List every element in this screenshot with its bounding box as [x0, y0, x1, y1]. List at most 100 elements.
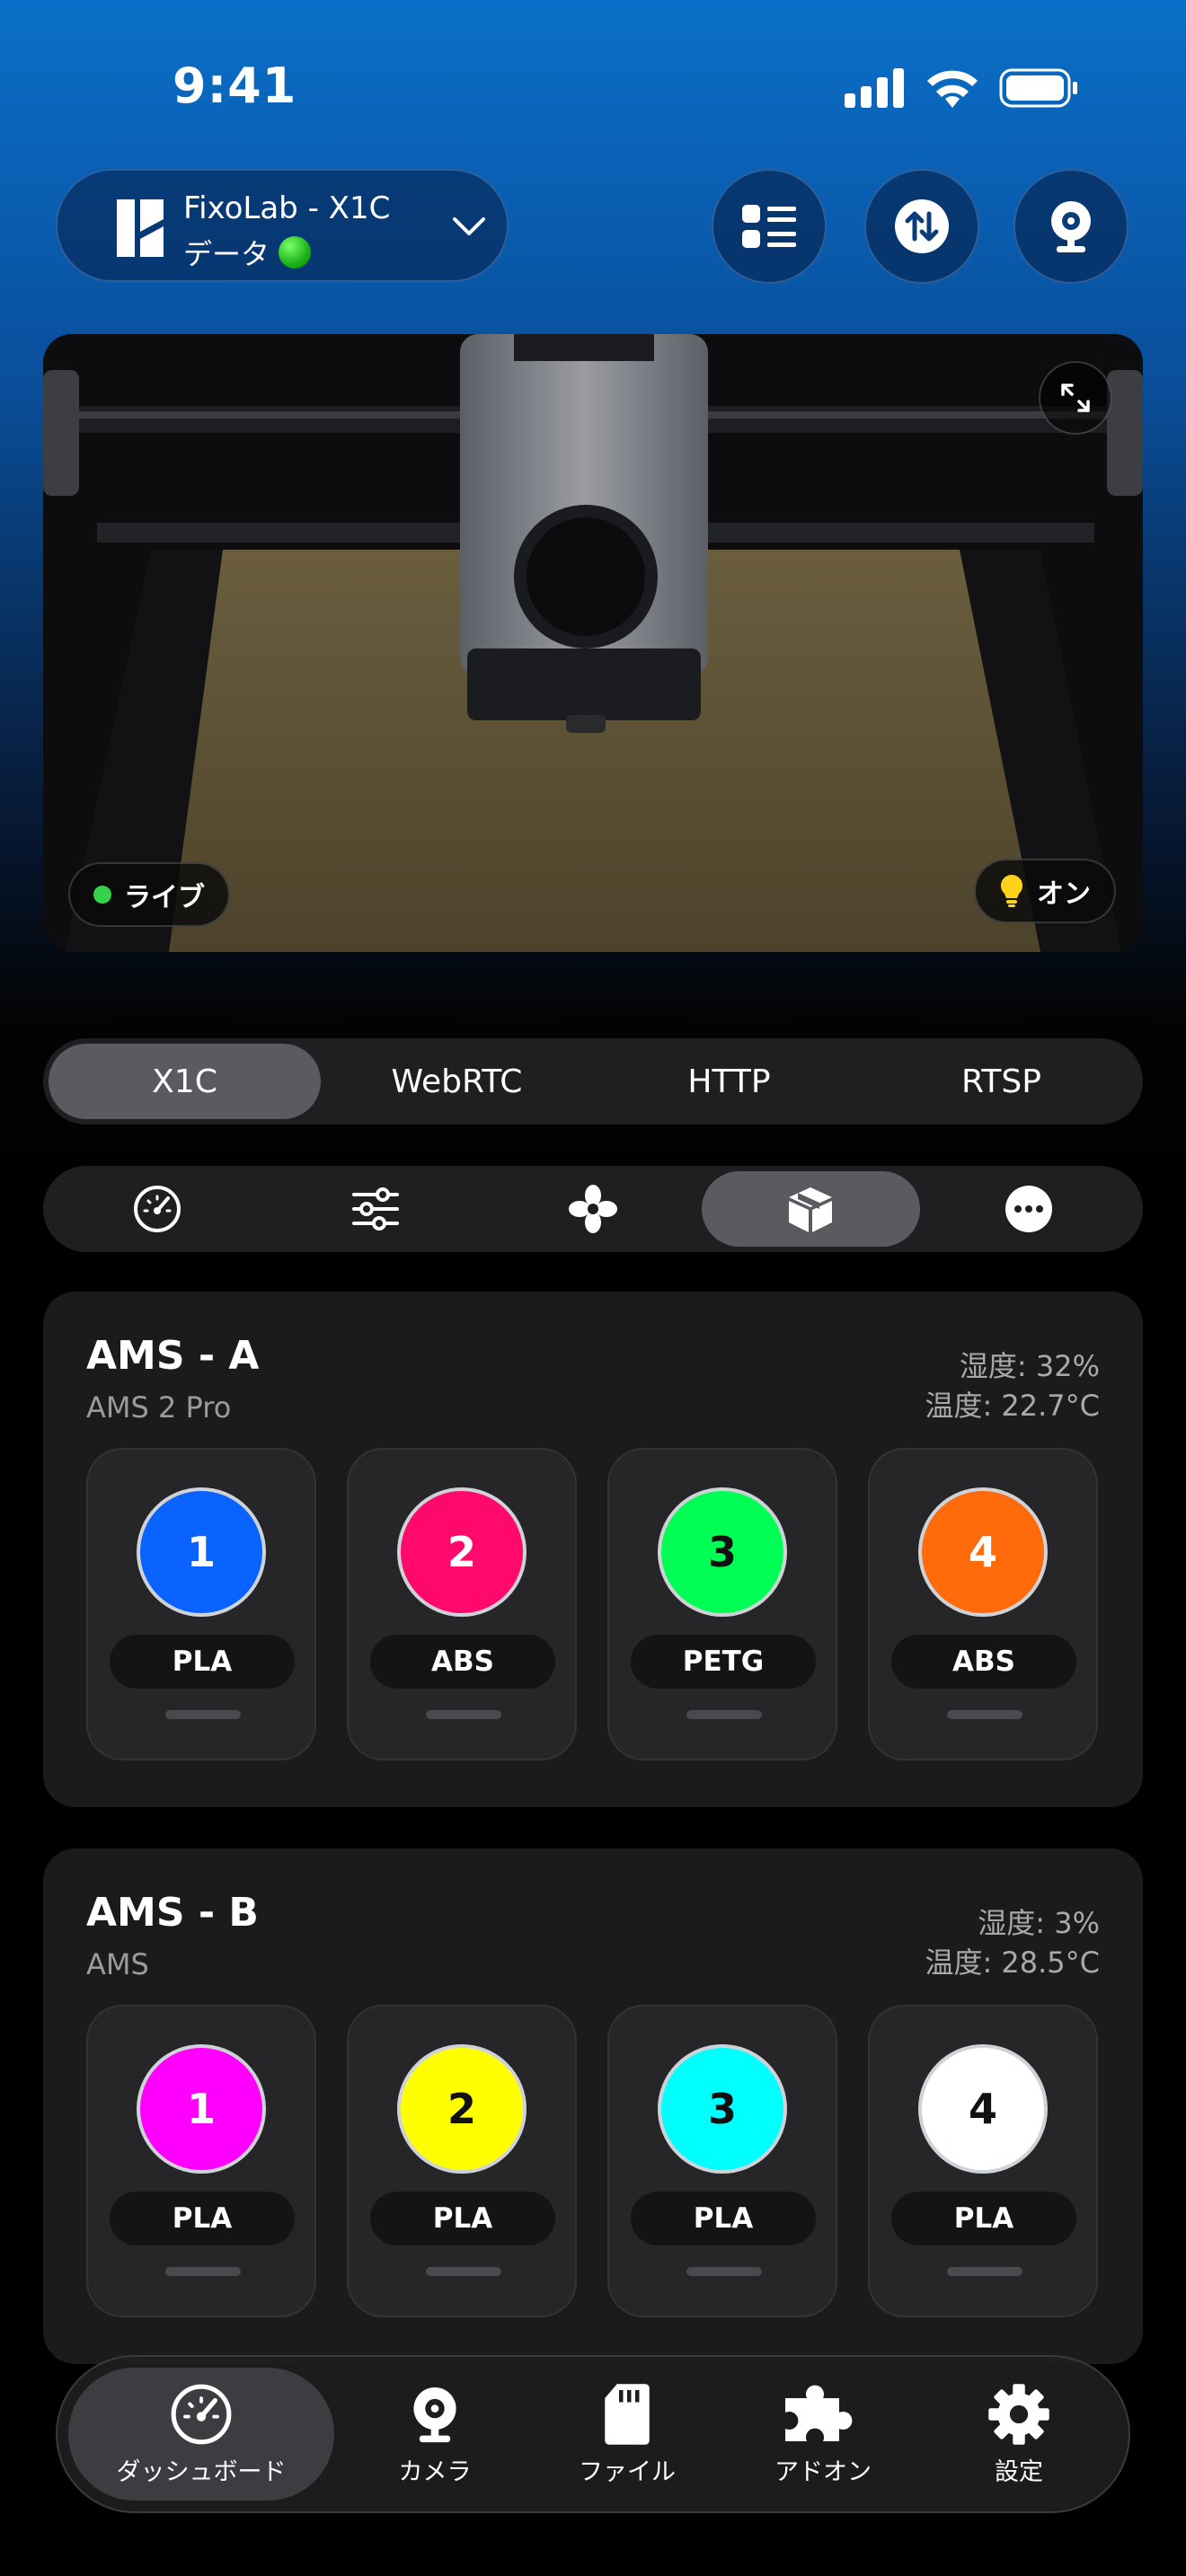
printer-status: データ: [183, 232, 312, 273]
live-dot-icon: [93, 886, 111, 904]
more-icon: [1005, 1186, 1052, 1232]
filament-color: 1: [137, 1487, 266, 1617]
lightbulb-icon: [1000, 874, 1023, 907]
tab-rtsp[interactable]: RTSP: [865, 1044, 1137, 1119]
filament-color: 1: [137, 2044, 266, 2174]
tool-tab-settings[interactable]: [266, 1171, 483, 1247]
tab-camera[interactable]: カメラ: [345, 2368, 525, 2501]
printer-name: FixoLab - X1C: [183, 190, 391, 226]
ams-temperature: 温度: 22.7°C: [925, 1389, 1100, 1423]
stream-tabs: X1C WebRTC HTTP RTSP: [43, 1038, 1143, 1125]
ams-model: AMS 2 Pro: [86, 1390, 232, 1425]
slot-indicator: [165, 1710, 241, 1719]
transfer-icon: [895, 199, 949, 253]
fan-icon: [569, 1185, 618, 1233]
slot-indicator: [426, 2267, 501, 2276]
printer-camera-image: [43, 334, 1143, 952]
printer-logo-icon: [117, 199, 164, 257]
filament-color: 4: [918, 2044, 1048, 2174]
tab-x1c[interactable]: X1C: [49, 1044, 321, 1119]
printer-selector[interactable]: FixoLab - X1C データ: [56, 169, 509, 282]
ams-slot[interactable]: 1 PLA: [86, 2005, 316, 2317]
ams-slot[interactable]: 2 PLA: [347, 2005, 577, 2317]
tab-http[interactable]: HTTP: [593, 1044, 865, 1119]
light-label: オン: [1037, 878, 1091, 910]
expand-icon: [1061, 384, 1090, 412]
signal-icon: [845, 68, 904, 108]
filament-type: PLA: [110, 1635, 295, 1689]
tab-webrtc[interactable]: WebRTC: [321, 1044, 593, 1119]
light-toggle[interactable]: オン: [974, 859, 1116, 923]
ams-slot[interactable]: 3 PLA: [607, 2005, 837, 2317]
tool-tab-more[interactable]: [920, 1171, 1137, 1247]
tab-label: カメラ: [398, 2457, 472, 2486]
gear-icon: [988, 2383, 1049, 2445]
tab-label: ファイル: [579, 2457, 676, 2486]
filament-color: 3: [658, 1487, 787, 1617]
ams-title: AMS - B: [86, 1890, 259, 1936]
camera-button[interactable]: [1013, 169, 1128, 284]
filament-color: 2: [397, 1487, 527, 1617]
list-icon: [742, 205, 796, 248]
printer-status-label: データ: [183, 237, 270, 271]
ams-temperature: 温度: 28.5°C: [925, 1945, 1100, 1980]
filament-type: ABS: [370, 1635, 555, 1689]
box-icon: [789, 1187, 833, 1232]
status-dot-icon: [279, 236, 312, 269]
gauge-icon: [134, 1186, 181, 1232]
tab-addons[interactable]: アドオン: [733, 2368, 913, 2501]
webcam-icon: [413, 2386, 456, 2442]
ams-humidity: 湿度: 3%: [978, 1906, 1100, 1940]
list-button[interactable]: [712, 169, 827, 284]
puzzle-icon: [785, 2385, 853, 2441]
ams-slot[interactable]: 4 ABS: [868, 1448, 1098, 1760]
slot-indicator: [947, 1710, 1022, 1719]
filament-type: PLA: [110, 2192, 295, 2245]
ams-slot[interactable]: 1 PLA: [86, 1448, 316, 1760]
live-label: ライブ: [124, 882, 205, 913]
battery-icon: [999, 68, 1077, 108]
filament-type: PLA: [891, 2192, 1076, 2245]
tab-settings[interactable]: 設定: [929, 2368, 1109, 2501]
wifi-icon: [927, 70, 978, 108]
sdcard-icon: [605, 2383, 650, 2445]
tab-label: 設定: [995, 2457, 1043, 2486]
ams-slot[interactable]: 3 PETG: [607, 1448, 837, 1760]
ams-card-b: AMS - B AMS 湿度: 3% 温度: 28.5°C 1 PLA 2 PL…: [43, 1848, 1143, 2364]
tool-tab-ams[interactable]: [702, 1171, 920, 1247]
filament-type: PETG: [631, 1635, 816, 1689]
filament-type: ABS: [891, 1635, 1076, 1689]
filament-type: PLA: [631, 2192, 816, 2245]
expand-button[interactable]: [1039, 361, 1112, 435]
tool-tab-gauge[interactable]: [49, 1171, 266, 1247]
tab-bar: ダッシュボード カメラ ファイル アドオン 設定: [56, 2355, 1130, 2513]
ams-model: AMS: [86, 1947, 149, 1981]
slot-indicator: [165, 2267, 241, 2276]
tool-tab-fan[interactable]: [484, 1171, 702, 1247]
status-icons: [845, 68, 1077, 108]
slot-indicator: [686, 2267, 762, 2276]
filament-color: 4: [918, 1487, 1048, 1617]
slot-indicator: [686, 1710, 762, 1719]
ams-title: AMS - A: [86, 1333, 260, 1379]
status-time: 9:41: [173, 57, 297, 114]
filament-color: 3: [658, 2044, 787, 2174]
ams-slot[interactable]: 4 PLA: [868, 2005, 1098, 2317]
tab-files[interactable]: ファイル: [537, 2368, 717, 2501]
filament-type: PLA: [370, 2192, 555, 2245]
tab-dashboard[interactable]: ダッシュボード: [68, 2368, 334, 2501]
sliders-icon: [351, 1187, 399, 1231]
slot-indicator: [426, 1710, 501, 1719]
camera-feed[interactable]: ライブ オン: [43, 334, 1143, 952]
live-badge: ライブ: [68, 862, 230, 927]
gauge-icon: [171, 2384, 232, 2444]
ams-card-a: AMS - A AMS 2 Pro 湿度: 32% 温度: 22.7°C 1 P…: [43, 1292, 1143, 1807]
chevron-down-icon: [453, 217, 485, 235]
camera-icon: [1051, 201, 1091, 252]
transfer-button[interactable]: [864, 169, 979, 284]
tool-tabs: [43, 1166, 1143, 1252]
ams-humidity: 湿度: 32%: [959, 1349, 1100, 1383]
tab-label: アドオン: [774, 2457, 872, 2486]
filament-color: 2: [397, 2044, 527, 2174]
ams-slot[interactable]: 2 ABS: [347, 1448, 577, 1760]
